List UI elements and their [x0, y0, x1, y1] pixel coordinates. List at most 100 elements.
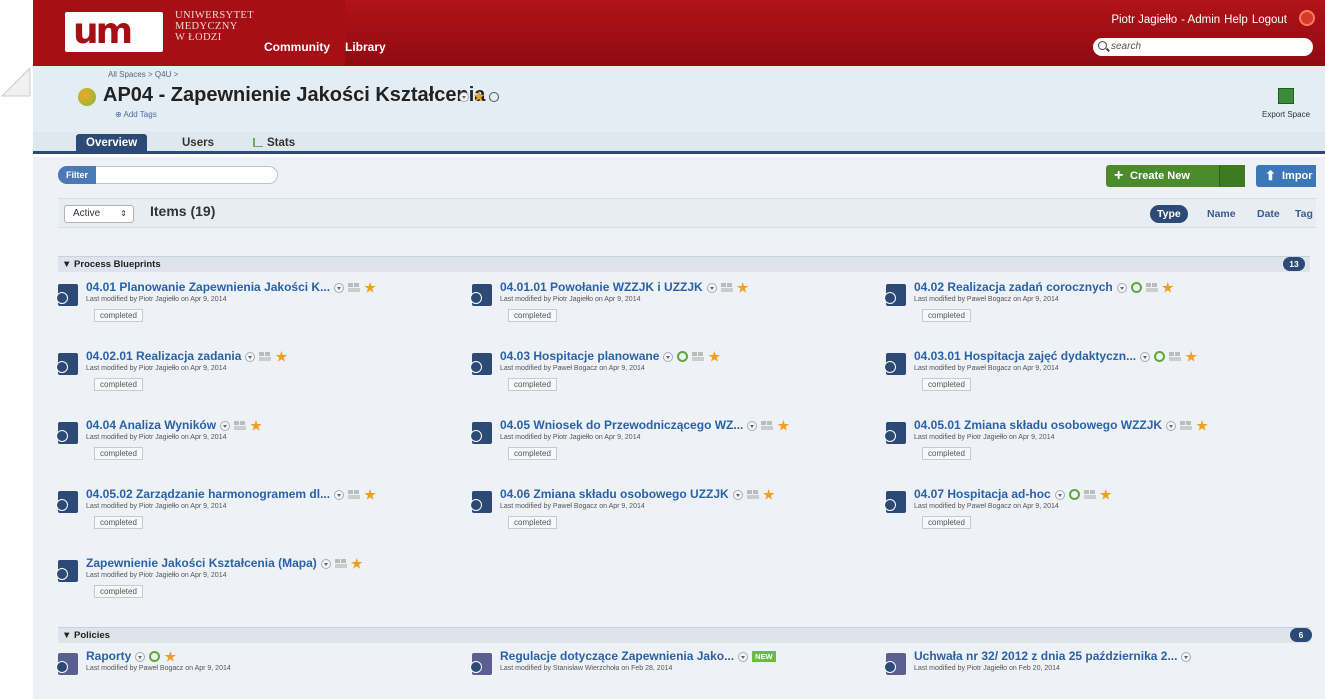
tab-users[interactable]: Users — [172, 134, 224, 152]
item-title-link[interactable]: Zapewnienie Jakości Kształcenia (Mapa) — [86, 556, 317, 570]
import-button[interactable]: ⬆ Impor — [1256, 165, 1325, 187]
users-icon[interactable] — [746, 490, 759, 500]
users-icon[interactable] — [1180, 421, 1193, 431]
item-title-link[interactable]: 04.07 Hospitacja ad-hoc — [914, 487, 1051, 501]
export-icon[interactable] — [1278, 88, 1294, 104]
section-header-blueprints[interactable]: ▼ Process Blueprints — [58, 256, 1310, 272]
list-item[interactable]: 04.05.01 Zmiana składu osobowego WZZJK La… — [884, 416, 1286, 472]
users-icon[interactable] — [1083, 490, 1096, 500]
item-title-link[interactable]: Raporty — [86, 649, 131, 663]
item-title-link[interactable]: Regulacje dotyczące Zapewnienia Jako... — [500, 649, 734, 663]
star-icon[interactable] — [777, 419, 790, 431]
admin-link[interactable]: - Admin — [1181, 14, 1220, 26]
help-link[interactable]: Help — [1224, 14, 1248, 26]
users-icon[interactable] — [234, 421, 247, 431]
info-icon[interactable] — [489, 91, 499, 102]
chevron-down-icon[interactable] — [334, 282, 345, 293]
item-title-link[interactable]: 04.06 Zmiana składu osobowego UZZJK — [500, 487, 729, 501]
create-dropdown-button[interactable] — [1219, 165, 1245, 187]
users-icon[interactable] — [259, 352, 272, 362]
star-icon[interactable] — [1185, 350, 1197, 362]
chevron-down-icon[interactable] — [1140, 351, 1151, 362]
item-title-link[interactable]: 04.05.02 Zarządzanie harmonogramem dl... — [86, 487, 330, 501]
item-title-link[interactable]: Uchwała nr 32/ 2012 z dnia 25 październi… — [914, 649, 1177, 663]
item-title-link[interactable]: 04.05.01 Zmiana składu osobowego WZZJK — [914, 418, 1162, 432]
create-new-button[interactable]: + Create New — [1106, 165, 1245, 187]
item-title-link[interactable]: 04.01.01 Powołanie WZZJK i UZZJK — [500, 280, 703, 294]
list-item[interactable]: Regulacje dotyczące Zapewnienia Jako... N… — [470, 647, 872, 699]
list-item[interactable]: 04.07 Hospitacja ad-hoc Last modified by … — [884, 485, 1286, 541]
chevron-down-icon[interactable] — [334, 489, 345, 500]
item-title-link[interactable]: 04.03 Hospitacje planowane — [500, 349, 659, 363]
section-header-policies[interactable]: ▼ Policies — [58, 627, 1310, 643]
sort-type[interactable]: Type — [1150, 205, 1188, 223]
power-icon[interactable] — [1299, 10, 1315, 26]
users-icon[interactable] — [720, 283, 733, 293]
users-icon[interactable] — [692, 352, 705, 362]
tab-stats[interactable]: Stats — [243, 134, 305, 152]
chevron-down-icon[interactable] — [1054, 489, 1065, 500]
list-item[interactable]: 04.05 Wniosek do Przewodniczącego WZ... L… — [470, 416, 872, 472]
list-item[interactable]: 04.04 Analiza Wyników Last modified by Pi… — [56, 416, 458, 472]
chevron-down-icon[interactable] — [320, 558, 331, 569]
list-item[interactable]: 04.03 Hospitacje planowane Last modified … — [470, 347, 872, 403]
star-icon[interactable] — [250, 419, 262, 431]
list-item[interactable]: Zapewnienie Jakości Kształcenia (Mapa) La… — [56, 554, 458, 610]
status-icon[interactable] — [149, 651, 161, 663]
nav-community[interactable]: Community — [264, 40, 330, 54]
chevron-down-icon[interactable] — [738, 651, 749, 662]
chevron-down-icon[interactable] — [220, 420, 231, 431]
list-item[interactable]: 04.01 Planowanie Zapewnienia Jakości K..… — [56, 278, 458, 334]
search-input[interactable]: search — [1093, 38, 1313, 56]
list-item[interactable]: Uchwała nr 32/ 2012 z dnia 25 październi… — [884, 647, 1286, 699]
star-icon[interactable] — [736, 281, 749, 293]
list-item[interactable]: 04.03.01 Hospitacja zajęć dydaktyczn... L… — [884, 347, 1286, 403]
chevron-down-icon[interactable] — [1116, 282, 1127, 293]
list-item[interactable]: 04.02 Realizacja zadań corocznych Last mo… — [884, 278, 1286, 334]
status-icon[interactable] — [1154, 351, 1166, 363]
university-logo[interactable]: um — [65, 12, 163, 52]
logout-link[interactable]: Logout — [1252, 14, 1287, 26]
chevron-down-icon[interactable] — [663, 351, 674, 362]
users-icon[interactable] — [761, 421, 774, 431]
star-icon[interactable] — [762, 488, 775, 500]
list-item[interactable]: 04.05.02 Zarządzanie harmonogramem dl...… — [56, 485, 458, 541]
list-item[interactable]: 04.02.01 Realizacja zadania Last modified… — [56, 347, 458, 403]
status-icon[interactable] — [1130, 282, 1142, 294]
nav-library[interactable]: Library — [345, 40, 386, 54]
tab-overview[interactable]: Overview — [76, 134, 148, 152]
star-icon[interactable] — [350, 557, 363, 569]
chevron-down-icon[interactable] — [747, 420, 758, 431]
item-title-link[interactable]: 04.02 Realizacja zadań corocznych — [914, 280, 1113, 294]
users-icon[interactable] — [348, 490, 361, 500]
chevron-down-icon[interactable] — [1181, 651, 1192, 662]
export-space-link[interactable]: Export Space — [1262, 110, 1310, 119]
chevron-down-icon[interactable] — [135, 651, 146, 662]
chevron-down-icon[interactable] — [459, 91, 469, 102]
chevron-down-icon[interactable] — [706, 282, 717, 293]
users-icon[interactable] — [348, 283, 361, 293]
add-tags-link[interactable]: ⊕ Add Tags — [115, 110, 157, 119]
item-title-link[interactable]: 04.04 Analiza Wyników — [86, 418, 216, 432]
star-icon[interactable] — [364, 488, 376, 500]
status-select[interactable]: Active ⇕ — [64, 205, 134, 223]
list-item[interactable]: 04.01.01 Powołanie WZZJK i UZZJK Last mod… — [470, 278, 872, 334]
item-title-link[interactable]: 04.01 Planowanie Zapewnienia Jakości K..… — [86, 280, 330, 294]
list-item[interactable]: Raporty Last modified by Paweł Bogacz on … — [56, 647, 458, 699]
item-title-link[interactable]: 04.03.01 Hospitacja zajęć dydaktyczn... — [914, 349, 1136, 363]
users-icon[interactable] — [334, 559, 347, 569]
star-icon[interactable] — [1162, 281, 1174, 293]
status-icon[interactable] — [677, 351, 689, 363]
status-icon[interactable] — [1068, 489, 1080, 501]
chevron-down-icon[interactable] — [732, 489, 743, 500]
sort-date[interactable]: Date — [1250, 205, 1287, 223]
star-icon[interactable] — [708, 350, 721, 362]
star-icon[interactable] — [1196, 419, 1208, 431]
chevron-down-icon[interactable] — [1166, 420, 1177, 431]
sort-name[interactable]: Name — [1200, 205, 1243, 223]
chevron-down-icon[interactable] — [245, 351, 256, 362]
star-icon[interactable] — [364, 281, 376, 293]
breadcrumb[interactable]: All Spaces > Q4U > — [108, 70, 178, 79]
star-icon[interactable] — [1099, 488, 1112, 500]
star-icon[interactable] — [164, 650, 177, 662]
